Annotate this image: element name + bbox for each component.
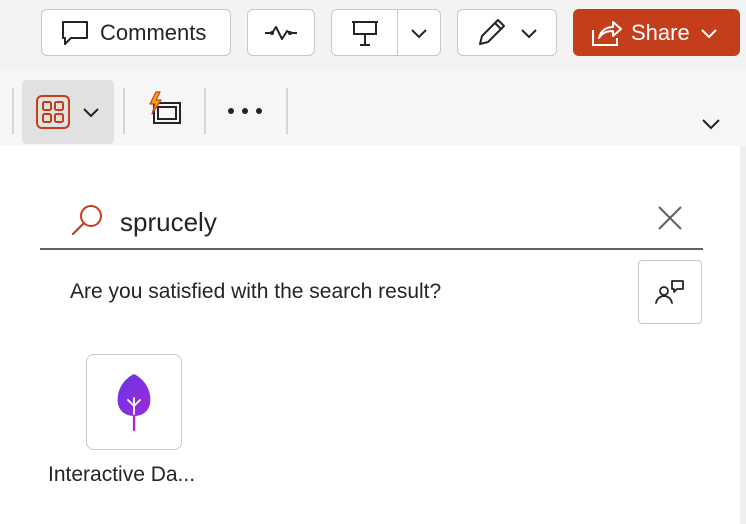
ribbon-separator [12,88,14,134]
share-button[interactable]: Share [573,9,740,56]
present-button-group [331,9,441,56]
chevron-down-icon [701,118,721,130]
search-icon [70,202,106,238]
feedback-question: Are you satisfied with the search result… [70,280,442,303]
pencil-icon [474,16,508,50]
chevron-down-icon[interactable] [398,27,440,39]
person-feedback-icon [654,278,686,306]
share-icon [589,18,623,48]
sprout-leaf-icon [114,372,154,432]
clear-search-icon[interactable] [656,204,684,232]
panel-scroll-edge [740,146,746,524]
result-label[interactable]: Interactive Da... [48,463,195,487]
lightning-slides-icon [142,90,184,130]
chevron-down-icon [700,27,718,39]
designer-button[interactable] [140,88,186,132]
more-icon [225,107,265,115]
add-ins-dropdown-button[interactable] [22,80,114,144]
comment-icon [60,19,90,47]
chevron-down-icon [82,106,100,118]
search-input[interactable] [120,206,620,238]
add-ins-icon [36,95,70,129]
comments-label: Comments [100,19,207,45]
present-icon[interactable] [332,18,397,48]
activity-icon [263,23,299,43]
editing-mode-button[interactable] [457,9,557,56]
top-action-bar: Comments Share [0,0,746,70]
expand-ribbon-button[interactable] [696,112,726,136]
activity-button[interactable] [247,9,315,56]
feedback-button[interactable] [638,260,702,324]
search-box [40,190,703,250]
ribbon-separator [123,88,125,134]
comments-button[interactable]: Comments [41,9,231,56]
chevron-down-icon [520,27,538,39]
more-options-button[interactable] [218,96,272,126]
ribbon-separator [204,88,206,134]
share-label: Share [631,19,690,45]
ribbon-separator [286,88,288,134]
result-tile[interactable] [86,354,182,450]
